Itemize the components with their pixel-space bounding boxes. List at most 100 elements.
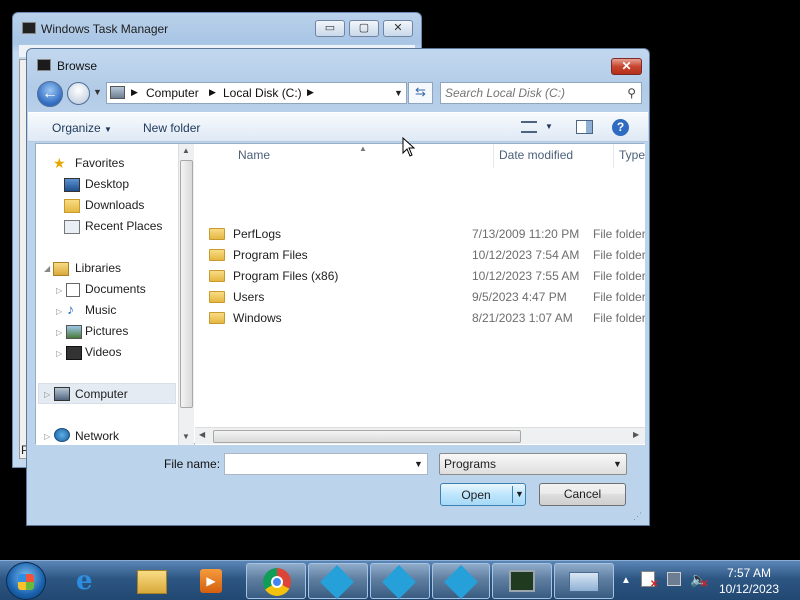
file-name-combobox[interactable]: ▼ (224, 453, 428, 475)
nav-downloads[interactable]: Downloads (85, 198, 144, 212)
nav-videos[interactable]: Videos (85, 345, 121, 359)
file-name-label: File name: (164, 457, 221, 471)
breadcrumb-separator-icon[interactable]: ▶ (209, 87, 216, 98)
column-divider[interactable] (493, 144, 494, 168)
taskbar-kodi-1[interactable] (308, 563, 368, 599)
taskbar-remote-desktop[interactable] (554, 563, 614, 599)
media-player-icon: ▶ (200, 569, 222, 593)
column-header-date[interactable]: Date modified (499, 148, 573, 162)
computer-nav-icon (54, 387, 70, 401)
address-dropdown-icon[interactable]: ▼ (394, 88, 403, 98)
column-header-type[interactable]: Type (619, 148, 645, 162)
column-divider[interactable] (613, 144, 614, 168)
network-tray-icon[interactable] (667, 572, 681, 586)
scroll-left-icon[interactable]: ◀ (199, 430, 205, 439)
refresh-button[interactable]: ⇆ (408, 82, 433, 104)
scroll-right-icon[interactable]: ▶ (633, 430, 639, 439)
open-split-button[interactable]: Open ▼ (440, 483, 526, 506)
nav-desktop[interactable]: Desktop (85, 177, 129, 191)
libraries-expander-icon[interactable]: ◢ (44, 264, 50, 273)
videos-expander-icon[interactable]: ▷ (56, 349, 62, 358)
file-type-dropdown-icon[interactable]: ▼ (613, 459, 622, 469)
muted-x-icon: ✕ (700, 579, 709, 590)
dialog-app-icon (37, 59, 51, 71)
file-row[interactable]: Users 9/5/2023 4:47 PM File folder (195, 287, 645, 308)
view-dropdown-icon[interactable]: ▼ (545, 122, 553, 131)
taskbar-chrome[interactable] (246, 563, 306, 599)
nav-scrollbar[interactable]: ▲ ▼ (178, 144, 194, 445)
task-manager-maximize-button[interactable]: ▢ (349, 20, 379, 37)
chrome-icon (263, 568, 291, 596)
nav-music[interactable]: Music (85, 303, 116, 317)
cancel-button[interactable]: Cancel (539, 483, 626, 506)
taskbar-kodi-2[interactable] (370, 563, 430, 599)
help-icon[interactable]: ? (612, 119, 629, 136)
taskbar-file-explorer[interactable] (124, 563, 180, 599)
horizontal-scrollbar[interactable]: ◀ ▶ (195, 427, 645, 444)
preview-pane-icon[interactable] (576, 120, 593, 134)
view-options-icon[interactable] (521, 121, 537, 133)
computer-expander-icon[interactable]: ▷ (44, 390, 50, 399)
breadcrumb-separator-icon[interactable]: ▶ (307, 87, 314, 98)
scroll-up-icon[interactable]: ▲ (182, 146, 190, 155)
file-row[interactable]: Program Files 10/12/2023 7:54 AM File fo… (195, 245, 645, 266)
recent-pages-dropdown-icon[interactable]: ▼ (93, 87, 102, 97)
back-button[interactable]: ← (37, 81, 63, 107)
column-header-name[interactable]: Name (238, 148, 270, 162)
file-name-dropdown-icon[interactable]: ▼ (414, 459, 423, 469)
file-name-input[interactable] (228, 456, 408, 472)
show-hidden-icons-icon[interactable]: ▲ (621, 575, 631, 586)
taskbar-task-manager[interactable] (492, 563, 552, 599)
file-row[interactable]: Program Files (x86) 10/12/2023 7:55 AM F… (195, 266, 645, 287)
resize-grip-icon[interactable]: ⋰ (633, 511, 642, 522)
breadcrumb-separator-icon[interactable]: ▶ (131, 87, 138, 98)
recent-places-icon (64, 220, 80, 234)
scroll-down-icon[interactable]: ▼ (182, 432, 190, 441)
breadcrumb-computer[interactable]: Computer (146, 86, 199, 100)
nav-network[interactable]: Network (75, 429, 119, 443)
file-row[interactable]: Windows 8/21/2023 1:07 AM File folder (195, 308, 645, 329)
content-area: ★ Favorites Desktop Downloads Recent Pla… (35, 143, 645, 445)
organize-button[interactable]: Organize ▼ (52, 121, 112, 135)
taskbar: e ▶ ▲ ✕ 🔈 ✕ (0, 560, 800, 600)
taskbar-media-player[interactable]: ▶ (184, 563, 240, 599)
address-bar[interactable]: ▶ Computer ▶ Local Disk (C:) ▶ ▼ (106, 82, 407, 104)
pictures-expander-icon[interactable]: ▷ (56, 328, 62, 337)
forward-button[interactable] (67, 82, 90, 105)
taskbar-internet-explorer[interactable]: e (62, 563, 118, 599)
search-icon[interactable]: ⚲ (627, 86, 636, 100)
file-name: Users (233, 290, 265, 304)
clock-date[interactable]: 10/12/2023 (716, 582, 782, 596)
nav-computer[interactable]: Computer (75, 387, 128, 401)
task-manager-close-button[interactable]: ✕ (383, 20, 413, 37)
file-type-select[interactable]: Programs ▼ (439, 453, 627, 475)
documents-expander-icon[interactable]: ▷ (56, 286, 62, 295)
nav-recent-places[interactable]: Recent Places (85, 219, 162, 233)
network-expander-icon[interactable]: ▷ (44, 432, 50, 441)
search-box[interactable]: ⚲ (440, 82, 642, 104)
nav-documents[interactable]: Documents (85, 282, 146, 296)
breadcrumb-local-disk[interactable]: Local Disk (C:) (223, 86, 302, 100)
nav-scroll-thumb[interactable] (180, 160, 193, 408)
browse-dialog[interactable]: Browse ✕ ← ▼ ▶ Computer ▶ Local Disk (C:… (26, 48, 650, 526)
nav-favorites[interactable]: Favorites (75, 156, 124, 170)
start-button[interactable] (6, 562, 46, 600)
file-date: 10/12/2023 7:54 AM (472, 248, 580, 262)
nav-libraries[interactable]: Libraries (75, 261, 121, 275)
open-button[interactable]: Open (441, 488, 511, 502)
task-manager-minimize-button[interactable]: ▭ (315, 20, 345, 37)
open-options-dropdown-icon[interactable]: ▼ (515, 489, 524, 499)
search-input[interactable] (445, 85, 620, 101)
clock-time[interactable]: 7:57 AM (724, 566, 774, 580)
music-icon: ♪ (67, 301, 74, 317)
music-expander-icon[interactable]: ▷ (56, 307, 62, 316)
dialog-close-button[interactable]: ✕ (611, 58, 642, 75)
folder-icon (209, 228, 225, 240)
file-row[interactable]: PerfLogs 7/13/2009 11:20 PM File folder (195, 224, 645, 245)
taskbar-kodi-3[interactable] (432, 563, 490, 599)
file-type: File folder (593, 248, 645, 262)
new-folder-button[interactable]: New folder (143, 121, 200, 135)
nav-pictures[interactable]: Pictures (85, 324, 128, 338)
task-manager-icon (509, 570, 535, 592)
horizontal-scroll-thumb[interactable] (213, 430, 521, 443)
